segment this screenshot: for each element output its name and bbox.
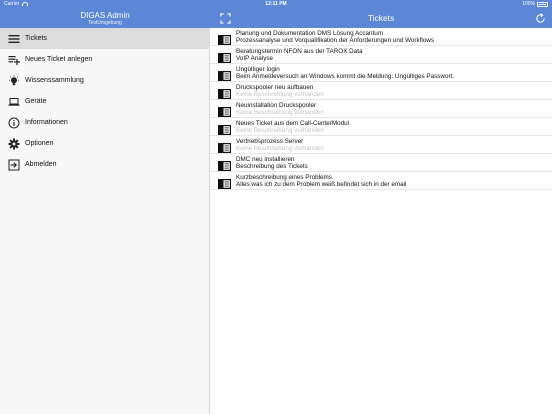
lightbulb-icon (7, 74, 21, 88)
sidebar: DIGAS Admin TestUmgebung Tickets Neues T… (0, 0, 210, 414)
sidebar-item-label: Informationen (25, 119, 68, 126)
sidebar-item-info[interactable]: Informationen (0, 112, 210, 133)
ticket-row[interactable]: Neues Ticket aus dem Call-CenterModul Kei… (210, 118, 552, 136)
ticket-description: Keine Beschreibung vorhanden (236, 145, 324, 152)
ticket-title: Neuinstallation Druckspooler (236, 101, 317, 109)
ticket-description: Prozessanalyse und Vorqualifikation der … (236, 37, 435, 44)
sidebar-item-label: Optionen (25, 140, 54, 147)
app-title: DIGAS Admin (80, 11, 130, 20)
app-window: DIGAS Admin TestUmgebung Tickets Neues T… (0, 0, 552, 414)
info-icon (7, 116, 21, 130)
ticket-description: Keine Beschreibung vorhanden (236, 91, 324, 98)
ticket-title: Kurzbeschreibung eines Problems (236, 173, 332, 181)
sidebar-item-label: Geräte (25, 98, 47, 105)
ticket-description: Keine Beschreibung vorhanden (236, 109, 324, 116)
ticket-title: Druckspooler neu aufbauen (236, 83, 314, 91)
refresh-icon[interactable] (534, 12, 546, 24)
ticket-title: Planung und Dokumentation DMS Lösung Acc… (236, 29, 384, 37)
ticket-icon (218, 122, 231, 135)
ticket-list: Planung und Dokumentation DMS Lösung Acc… (210, 28, 552, 190)
sidebar-item-devices[interactable]: Geräte (0, 91, 210, 112)
laptop-icon (7, 95, 21, 109)
ticket-icon (218, 104, 231, 117)
page-title: Tickets (367, 13, 395, 23)
ticket-icon (218, 50, 231, 63)
ticket-icon (218, 86, 231, 99)
battery-icon (537, 2, 548, 7)
sidebar-menu: Tickets Neues Ticket anlegen Wissenssamm… (0, 28, 210, 175)
ticket-title: Neues Ticket aus dem Call-CenterModul (236, 119, 350, 127)
sidebar-header: DIGAS Admin TestUmgebung (0, 8, 210, 28)
sidebar-item-new-ticket[interactable]: Neues Ticket anlegen (0, 49, 210, 70)
sidebar-item-label: Abmelden (25, 161, 57, 168)
ticket-icon (218, 158, 231, 171)
ticket-description: Beim Anmeldeversuch an Windows kommt die… (236, 73, 455, 80)
main-pane: Tickets Planung und Dokumentation DMS Lö… (210, 0, 552, 414)
sidebar-item-label: Tickets (25, 35, 47, 42)
clock: 12:11 PM (265, 1, 287, 7)
main-header: Tickets (210, 8, 552, 28)
sidebar-item-label: Wissenssammlung (25, 77, 84, 84)
ticket-row[interactable]: Planung und Dokumentation DMS Lösung Acc… (210, 28, 552, 46)
ticket-description: Alles was ich zu dem Problem weiß befind… (236, 181, 407, 188)
ticket-row[interactable]: Ungültiger login Beim Anmeldeversuch an W… (210, 64, 552, 82)
status-bar: Carrier 12:11 PM 100% (0, 0, 552, 8)
gear-icon (7, 137, 21, 151)
ticket-title: Beratungstermin NFON aus der TAROX Data (236, 47, 363, 55)
sidebar-item-tickets[interactable]: Tickets (0, 28, 210, 49)
ticket-row[interactable]: Druckspooler neu aufbauen Keine Beschreib… (210, 82, 552, 100)
sidebar-item-label: Neues Ticket anlegen (25, 56, 93, 63)
battery-percentage: 100% (522, 1, 535, 7)
ticket-icon (218, 140, 231, 153)
ticket-description: VoIP Analyse (236, 55, 273, 62)
ticket-title: Ungültiger login (236, 65, 280, 73)
ticket-title: Vertriebsprozess Server (236, 137, 304, 145)
ticket-icon (218, 68, 231, 81)
ticket-title: DMC neu installieren (236, 155, 295, 163)
ticket-row[interactable]: DMC neu installieren Beschreibung des Tic… (210, 154, 552, 172)
ticket-description: Keine Beschreibung vorhanden (236, 127, 324, 134)
list-icon (7, 32, 21, 46)
add-list-icon (7, 53, 21, 67)
ticket-icon (218, 176, 231, 189)
ticket-icon (218, 32, 231, 45)
ticket-row[interactable]: Vertriebsprozess Server Keine Beschreibun… (210, 136, 552, 154)
ticket-description: Beschreibung des Tickets (236, 163, 308, 170)
ticket-row[interactable]: Beratungstermin NFON aus der TAROX Data V… (210, 46, 552, 64)
ticket-row[interactable]: Neuinstallation Druckspooler Keine Beschr… (210, 100, 552, 118)
sidebar-item-logout[interactable]: Abmelden (0, 154, 210, 175)
logout-icon (7, 158, 21, 172)
ticket-row[interactable]: Kurzbeschreibung eines Problems Alles was… (210, 172, 552, 190)
sidebar-item-knowledge[interactable]: Wissenssammlung (0, 70, 210, 91)
sidebar-item-options[interactable]: Optionen (0, 133, 210, 154)
environment-subtitle: TestUmgebung (88, 20, 122, 26)
